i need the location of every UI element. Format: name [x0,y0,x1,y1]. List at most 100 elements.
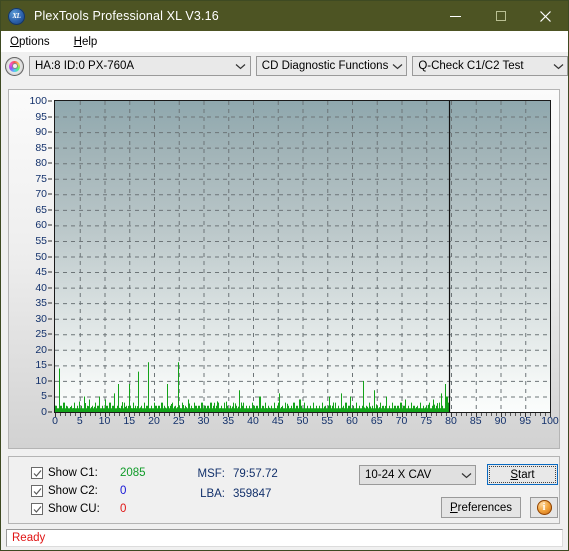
close-icon[interactable] [523,1,568,31]
status-bar: Ready [6,529,563,547]
app-icon: XL [8,7,25,25]
legend-label-show-c2: Show C2: [48,485,98,497]
x-tick-label: 35 [222,415,235,427]
maximize-icon[interactable] [478,1,523,31]
menu-item-help[interactable]: Help [72,35,100,49]
x-tick-label: 70 [395,415,408,427]
x-tick-label: 30 [197,415,210,427]
x-tick-label: 65 [370,415,383,427]
check-icon [33,487,41,495]
chevron-down-icon [457,472,475,479]
y-tick-label: 70 [35,188,47,201]
plextools-window: XL PlexTools Professional XL V3.16 Optio… [0,0,569,551]
x-tick-label: 80 [445,415,457,427]
readout-key: LBA: [200,488,225,500]
start-button[interactable]: Start [487,464,558,485]
toolbar: HA:8 ID:0 PX-760A CD Diagnostic Function… [1,52,568,80]
x-tick-label: 75 [420,415,433,427]
y-tick-mark [48,131,52,133]
x-tick-label: 50 [296,415,309,427]
y-tick-mark [48,256,52,257]
y-tick-label: 95 [35,110,47,123]
readout-value: 79:57.72 [233,468,278,480]
x-axis: 0 5 10 15 20 25 30 35 40 45 50 55 60 65 70 75 80 85 90 95 10… [52,415,559,431]
speed-select-value: 10-24 X CAV [365,469,432,481]
y-tick-label: 75 [35,172,47,185]
chart-panel: 0 5 10 15 20 25 30 35 40 45 50 55 60 65 70 75 80 85 90 95 10… [8,89,560,449]
start-button-focus-ring: Start [489,466,556,483]
y-tick-label: 100 [29,95,47,107]
checkbox-show-cu[interactable] [31,503,43,515]
x-tick-label: 15 [123,415,136,427]
test-select-value: Q-Check C1/C2 Test [418,60,524,72]
y-tick-label: 0 [41,406,47,418]
y-tick-mark [48,162,52,164]
menu-bar: Options Help [1,31,568,52]
preferences-button-label: Preferences [450,502,512,514]
readout-row: MSF: 79:57.72 [191,464,278,484]
y-tick-label: 5 [41,390,47,403]
y-tick-label: 50 [35,250,47,263]
drive-select-value: HA:8 ID:0 PX-760A [35,60,135,72]
legend-group: Show C1: 2085 Show C2: 0 Show CU: 0 [31,464,146,518]
readout-key: MSF: [197,468,225,480]
y-tick-mark [48,147,52,149]
window-buttons [433,1,568,31]
x-tick-label: 25 [172,415,185,427]
chevron-down-icon [232,63,250,70]
y-tick-mark [48,100,52,102]
legend-value-show-c2: 0 [120,485,127,497]
preferences-button[interactable]: Preferences [441,497,521,518]
plot-area [54,100,551,413]
y-tick-mark [48,209,52,211]
chevron-down-icon [549,63,567,70]
info-button[interactable]: i [530,497,558,518]
x-tick-label: 10 [98,415,111,427]
test-select[interactable]: Q-Check C1/C2 Test [412,56,568,76]
y-tick-label: 30 [35,312,47,325]
start-button-label: Start [510,469,534,481]
speed-select[interactable]: 10-24 X CAV [359,465,476,485]
x-tick-label: 60 [346,415,358,427]
y-tick-mark [48,224,52,226]
y-tick-label: 10 [35,374,47,387]
y-tick-label: 15 [35,359,47,372]
y-tick-label: 90 [35,126,47,139]
legend-row: Show C2: 0 [31,482,146,500]
drive-select[interactable]: HA:8 ID:0 PX-760A [29,56,251,76]
check-icon [33,469,41,477]
y-tick-label: 65 [35,203,47,216]
y-tick-mark [48,411,52,413]
preferences-button-label-rest: references [457,501,512,514]
x-tick-label: 95 [519,415,532,427]
y-tick-mark [48,271,52,273]
y-tick-label: 80 [35,157,47,170]
x-tick-label: 85 [469,415,482,427]
preferences-accel: P [449,501,458,514]
legend-label-show-cu: Show CU: [48,503,100,515]
y-tick-mark [48,318,52,320]
readout-group: MSF: 79:57.72 LBA: 359847 [191,464,278,504]
status-text: Ready [12,532,46,544]
readout-value: 359847 [233,488,272,500]
y-tick-mark [48,395,52,397]
y-tick-mark [48,240,52,242]
y-tick-label: 40 [35,281,47,294]
y-tick-label: 35 [35,297,47,310]
menu-item-options[interactable]: Options [8,35,52,49]
function-select-value: CD Diagnostic Functions [261,60,389,72]
legend-label-show-c1: Show C1: [48,467,98,479]
y-tick-label: 55 [35,234,47,247]
legend-value-show-cu: 0 [120,503,127,515]
y-tick-mark [48,380,52,382]
function-select[interactable]: CD Diagnostic Functions [255,56,408,76]
legend-row: Show CU: 0 [31,500,146,518]
minimize-icon[interactable] [433,1,478,31]
checkbox-show-c1[interactable] [31,467,43,479]
x-tick-label: 0 [52,415,58,427]
series-baseline [55,408,450,412]
checkbox-show-c2[interactable] [31,485,43,497]
x-tick-label: 100 [541,415,559,427]
chart-series-c1 [55,101,550,412]
start-accel: S [510,468,519,481]
